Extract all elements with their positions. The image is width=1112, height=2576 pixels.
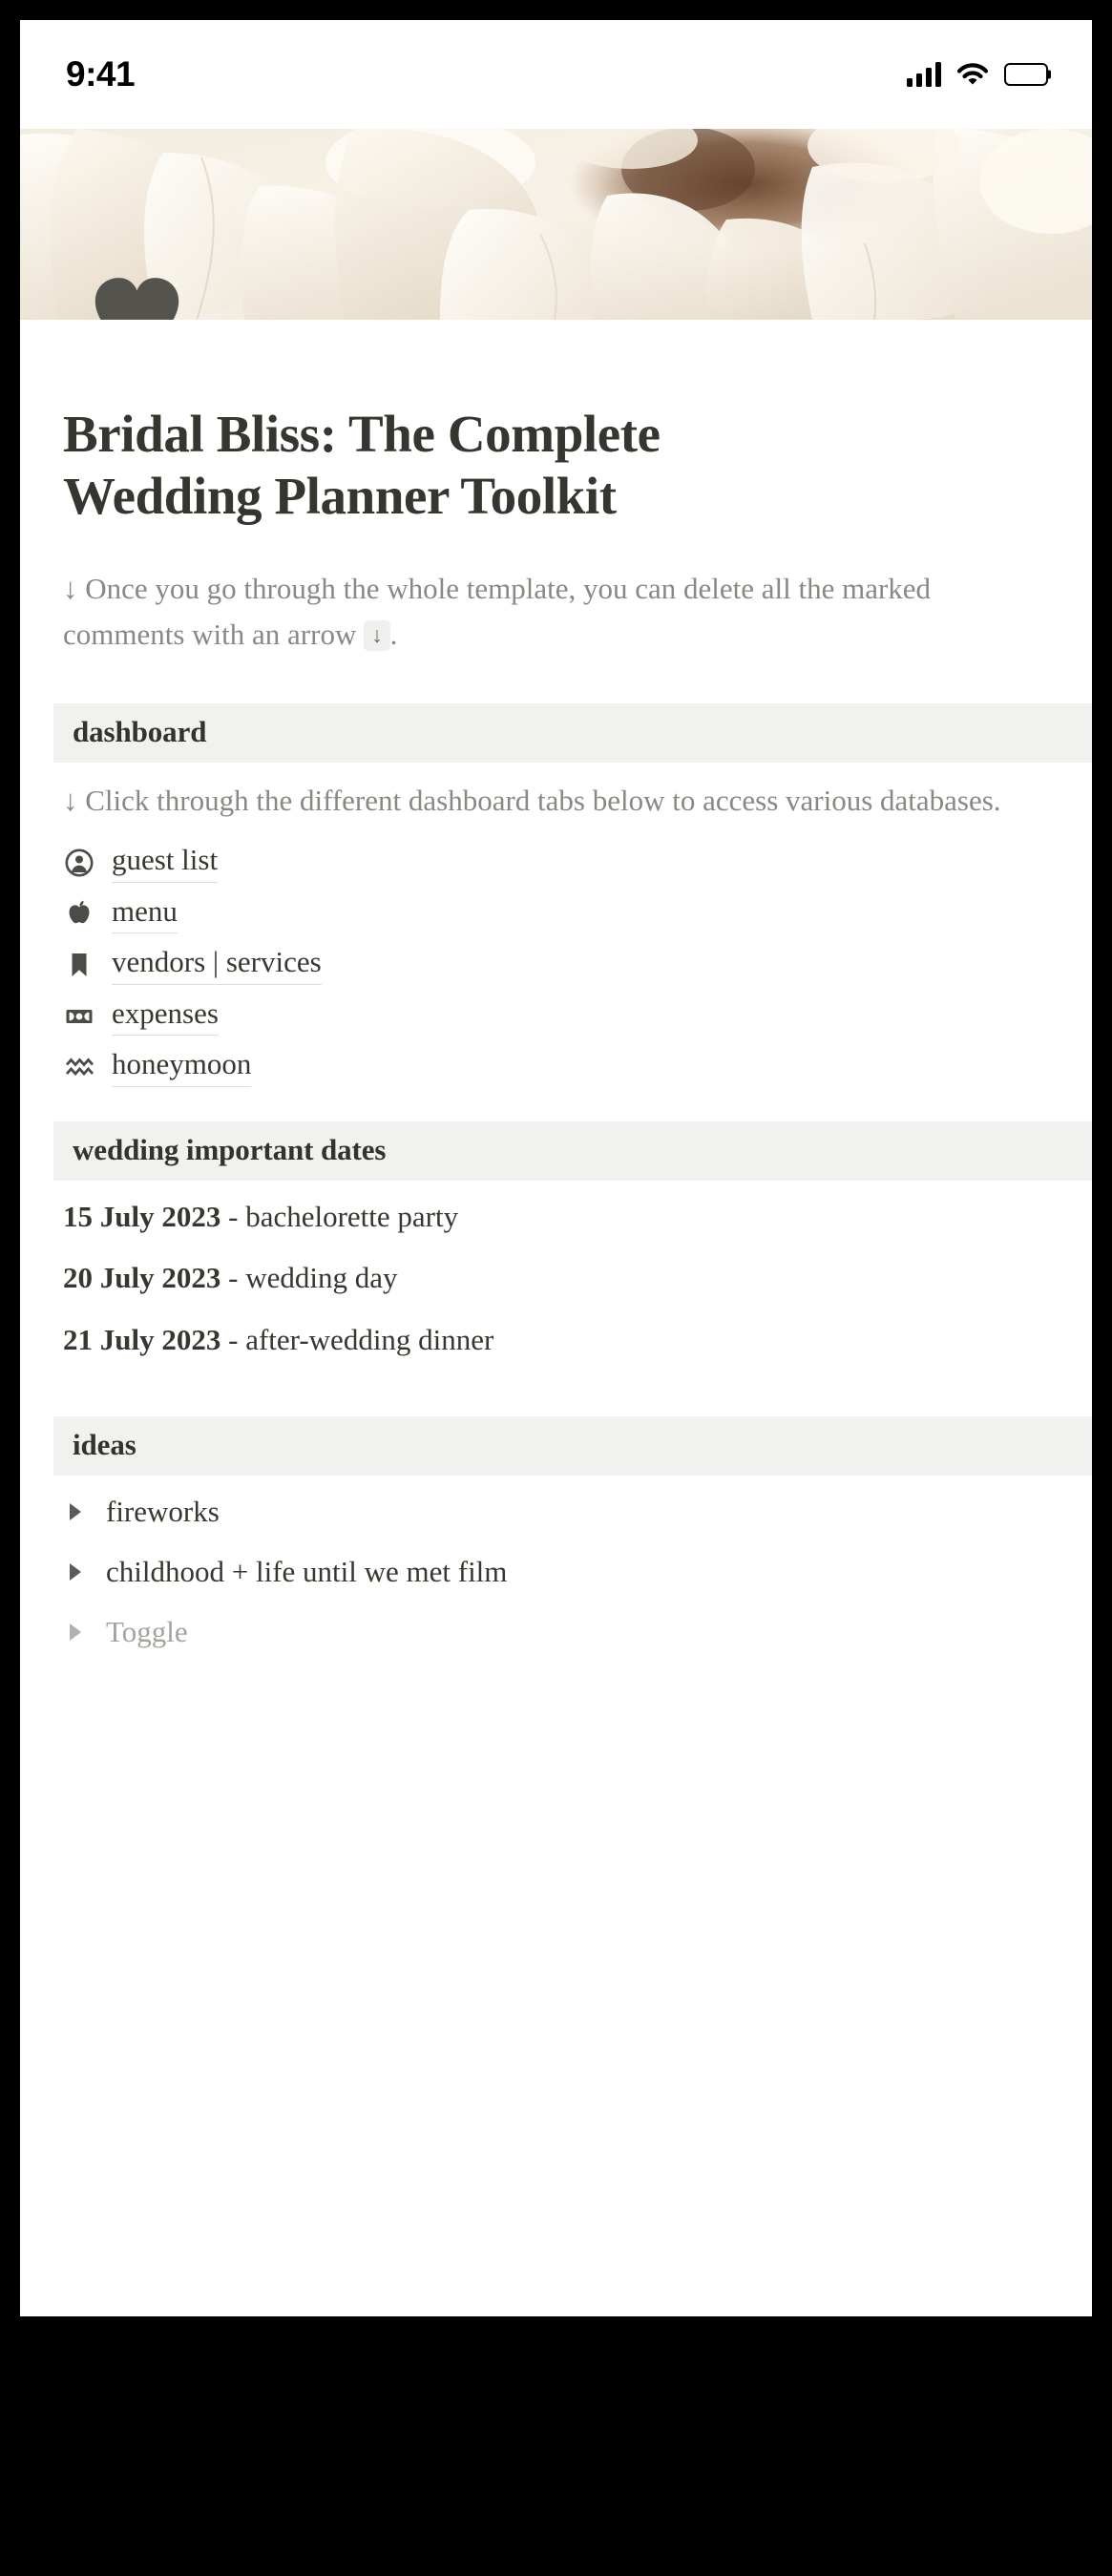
important-dates-heading: wedding important dates	[73, 1133, 387, 1167]
important-dates-list: 15 July 2023 - bachelorette party 20 Jul…	[56, 1186, 1056, 1371]
date-value: 21 July 2023	[63, 1322, 221, 1356]
link-item-guest-list[interactable]: guest list	[56, 837, 1056, 889]
link-item-honeymoon[interactable]: honeymoon	[56, 1041, 1056, 1093]
arrow-down-chip: ↓	[364, 619, 390, 651]
link-label: honeymoon	[112, 1047, 252, 1088]
ideas-heading: ideas	[73, 1428, 136, 1462]
triangle-right-icon[interactable]	[68, 1561, 85, 1582]
link-label: menu	[112, 894, 178, 934]
date-event: wedding day	[245, 1261, 398, 1295]
date-row: 21 July 2023 - after-wedding dinner	[63, 1309, 1056, 1371]
callout-text-after: .	[389, 617, 398, 651]
status-bar-time: 9:41	[66, 54, 136, 94]
dashboard-note: ↓ Click through the different dashboard …	[63, 783, 1001, 817]
toggle-label: fireworks	[106, 1495, 220, 1529]
callout-text-before: ↓ Once you go through the whole template…	[63, 571, 932, 651]
phone-screen: 9:41 Bridal Bliss: The Complete Wedding …	[20, 20, 1092, 2316]
battery-full-icon	[1004, 63, 1048, 86]
date-separator: -	[220, 1322, 246, 1356]
person-circle-icon	[64, 848, 94, 878]
bookmark-icon	[64, 950, 94, 980]
section-header-ideas: ideas	[53, 1416, 1092, 1476]
toggle-label: childhood + life until we met film	[106, 1555, 508, 1589]
date-value: 15 July 2023	[63, 1200, 221, 1234]
page-content: Bridal Bliss: The Complete Wedding Plann…	[20, 320, 1092, 1663]
heart-icon[interactable]	[92, 276, 182, 320]
cellular-signal-icon	[906, 62, 941, 87]
link-label: expenses	[112, 996, 219, 1037]
link-label: vendors | services	[112, 945, 322, 985]
date-separator: -	[220, 1261, 246, 1295]
wifi-icon	[956, 63, 989, 86]
dashboard-heading: dashboard	[73, 714, 207, 748]
toggle-item-childhood-film[interactable]: childhood + life until we met film	[56, 1541, 1056, 1602]
banknote-icon	[64, 1001, 94, 1032]
date-separator: -	[220, 1200, 246, 1234]
link-item-vendors-services[interactable]: vendors | services	[56, 939, 1056, 991]
status-bar: 9:41	[20, 20, 1092, 129]
section-header-important-dates: wedding important dates	[53, 1121, 1092, 1182]
date-event: bachelorette party	[245, 1200, 459, 1234]
link-item-menu[interactable]: menu	[56, 889, 1056, 940]
dashboard-link-list: guest list menu vendors | services expen…	[56, 837, 1056, 1093]
status-bar-icons	[906, 62, 1048, 87]
date-row: 15 July 2023 - bachelorette party	[63, 1186, 1056, 1247]
date-value: 20 July 2023	[63, 1261, 221, 1295]
triangle-right-icon[interactable]	[68, 1622, 85, 1643]
waves-icon	[64, 1052, 94, 1082]
toggle-label: Toggle	[106, 1615, 188, 1649]
toggle-item-fireworks[interactable]: fireworks	[56, 1481, 1056, 1541]
page-callout: ↓ Once you go through the whole template…	[63, 566, 1018, 658]
link-label: guest list	[112, 843, 219, 883]
page-title: Bridal Bliss: The Complete Wedding Plann…	[63, 405, 661, 525]
triangle-right-icon[interactable]	[68, 1501, 85, 1522]
date-row: 20 July 2023 - wedding day	[63, 1247, 1056, 1309]
section-header-dashboard: dashboard	[53, 702, 1092, 763]
apple-icon	[64, 898, 94, 929]
cover-image	[20, 129, 1092, 320]
date-event: after-wedding dinner	[245, 1322, 494, 1356]
toggle-item-empty[interactable]: Toggle	[56, 1602, 1056, 1662]
ideas-toggle-list: fireworks childhood + life until we met …	[56, 1481, 1056, 1663]
link-item-expenses[interactable]: expenses	[56, 991, 1056, 1042]
